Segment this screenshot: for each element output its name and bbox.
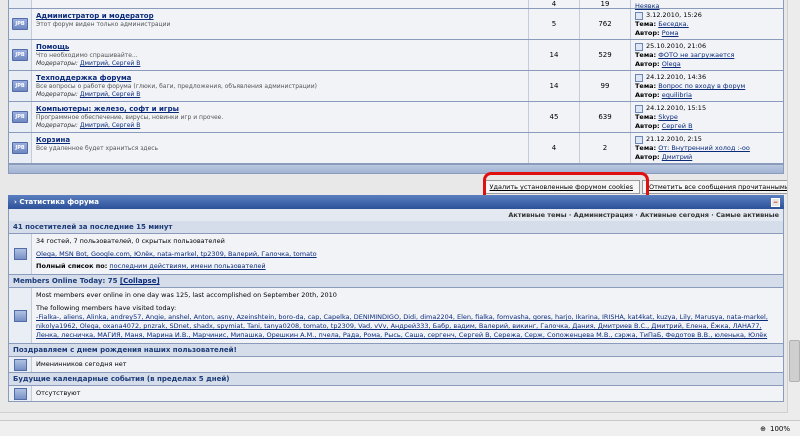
- topic-count: 14: [529, 40, 580, 70]
- forum-read-icon: JPB: [12, 49, 28, 61]
- topic-count: 4: [529, 0, 580, 8]
- forum-stats: › Статистика форума − Активные темы · Ад…: [8, 195, 784, 402]
- online-counts: 34 гостей, 7 пользователей, 0 скрытых по…: [36, 237, 225, 245]
- most-ever-text: Most members ever online in one day was …: [36, 291, 337, 299]
- forum-row: JPB Компьютеры: железо, софт и игры Прог…: [9, 102, 783, 133]
- online-header: 41 посетителей за последние 15 минут: [8, 221, 784, 234]
- forum-row: JPB Помощь Что необходимо спрашивайте...…: [9, 40, 783, 71]
- moderators-link[interactable]: Дмитрий, Сергей В: [80, 91, 141, 98]
- stats-links[interactable]: Активные темы · Администрация · Активные…: [8, 209, 784, 221]
- calendar-row: Отсутствуют: [8, 386, 784, 402]
- last-post-date: 24.12.2010, 15:15: [646, 104, 707, 112]
- zoom-icon[interactable]: ⊕: [760, 425, 766, 433]
- last-topic-link[interactable]: Skype: [658, 113, 678, 121]
- scrollbar-thumb[interactable]: [789, 340, 800, 382]
- forum-list: 4 19 Неявка JPB Администратор и модерато…: [8, 0, 784, 174]
- online-users-list[interactable]: Olega, MSN Bot, Google.com, Юлёк, nata-m…: [36, 250, 317, 258]
- last-post-icon[interactable]: [635, 11, 643, 20]
- post-count: 2: [580, 133, 631, 163]
- last-topic-link[interactable]: Вопрос по входу в форум: [658, 82, 745, 90]
- last-topic-link[interactable]: ФОТО не загружается: [658, 51, 734, 59]
- forum-description: Все вопросы о работе форума (глюки, баги…: [36, 83, 317, 90]
- forum-row: JPB Техподдержка форума Все вопросы о ра…: [9, 71, 783, 102]
- zoom-level[interactable]: 100%: [770, 425, 790, 433]
- last-post-date: 25.10.2010, 21:06: [646, 42, 707, 50]
- last-post-icon[interactable]: [635, 104, 643, 113]
- calendar-header: Будущие календарные события (в пределах …: [8, 373, 784, 386]
- forum-description: Этот форум виден только администрации: [36, 21, 171, 28]
- forum-read-icon: JPB: [12, 142, 28, 154]
- status-bar: ⊕ 100%: [0, 420, 800, 436]
- forum-title-link[interactable]: Компьютеры: железо, софт и игры: [36, 105, 179, 113]
- birthday-row: Именинников сегодня нет: [8, 357, 784, 373]
- full-list-links[interactable]: последним действиям, имени пользователей: [109, 262, 265, 270]
- topic-count: 5: [529, 9, 580, 39]
- last-author-link[interactable]: Рома: [662, 29, 679, 37]
- calendar-icon: [13, 387, 27, 400]
- last-post-date: 21.12.2010, 2:15: [646, 135, 702, 143]
- topic-count: 14: [529, 71, 580, 101]
- last-post-icon[interactable]: [635, 42, 643, 51]
- last-author-link[interactable]: Сергей В: [662, 122, 693, 130]
- last-post-date: 3.12.2010, 15:26: [646, 11, 702, 19]
- forum-description: Что необходимо спрашивайте...: [36, 52, 138, 59]
- forum-icon: [9, 0, 32, 8]
- online-row: 34 гостей, 7 пользователей, 0 скрытых по…: [8, 234, 784, 275]
- last-post-date: 24.12.2010, 14:36: [646, 73, 707, 81]
- forum-table: 4 19 Неявка JPB Администратор и модерато…: [8, 0, 784, 165]
- last-author-link[interactable]: equilibria: [662, 91, 692, 99]
- forum-title-link[interactable]: Корзина: [36, 136, 70, 144]
- forum-title-link[interactable]: Администратор и модератор: [36, 12, 154, 20]
- collapse-link[interactable]: [Collapse]: [120, 277, 160, 285]
- forum-title-link[interactable]: Помощь: [36, 43, 69, 51]
- birthday-header: Поздравляем с днем рождения наших пользо…: [8, 344, 784, 357]
- last-author-link[interactable]: Olega: [662, 60, 681, 68]
- forum-title-link[interactable]: Техподдержка форума: [36, 74, 131, 82]
- last-author-link[interactable]: Дмитрий: [662, 153, 693, 161]
- post-count: 99: [580, 71, 631, 101]
- collapse-icon[interactable]: −: [771, 198, 780, 207]
- calendar-text: Отсутствуют: [36, 389, 81, 397]
- forum-new-icon: JPB: [12, 80, 28, 92]
- birthday-icon: [13, 358, 27, 371]
- mark-all-read-button[interactable]: Отметить все сообщения прочитанными: [641, 180, 796, 194]
- post-count: 762: [580, 9, 631, 39]
- last-topic-link[interactable]: От: Внутренний холод :-oo: [658, 144, 750, 152]
- last-post-icon[interactable]: [635, 73, 643, 82]
- post-count: 19: [580, 0, 631, 8]
- last-post-icon[interactable]: [635, 135, 643, 144]
- post-count: 529: [580, 40, 631, 70]
- post-count: 639: [580, 102, 631, 132]
- stats-header: › Статистика форума −: [8, 195, 784, 209]
- forum-description: Программное обеспечение, вирусы, новинки…: [36, 114, 224, 121]
- topic-count: 45: [529, 102, 580, 132]
- forum-new-icon: JPB: [12, 111, 28, 123]
- users-icon: [13, 248, 27, 260]
- forum-row: JPB Корзина Все удаленное будет хранитьс…: [9, 133, 783, 164]
- forum-description: Все удаленное будет храниться здесь: [36, 145, 159, 152]
- vertical-scrollbar[interactable]: [787, 0, 800, 420]
- visited-label: The following members have visited today…: [36, 304, 177, 312]
- members-today-header: Members Online Today: 75 [Collapse]: [8, 275, 784, 288]
- members-icon: [13, 309, 27, 322]
- forum-table-footer: [8, 165, 784, 174]
- forum-row-admin: 4 19 Неявка: [9, 0, 783, 10]
- forum-row: JPB Администратор и модератор Этот форум…: [9, 9, 783, 40]
- visited-members-list[interactable]: -Fialka-, aliens, Alinka, andrey57, Angi…: [36, 313, 768, 339]
- moderators-link[interactable]: Дмитрий, Сергей В: [80, 60, 141, 67]
- members-today-row: Most members ever online in one day was …: [8, 288, 784, 344]
- topic-count: 4: [529, 133, 580, 163]
- moderators-link[interactable]: Дмитрий, Сергей В: [80, 122, 141, 129]
- last-topic-link[interactable]: Беседка.: [658, 20, 689, 28]
- forum-read-icon: JPB: [12, 18, 28, 30]
- birthday-text: Именинников сегодня нет: [36, 360, 127, 368]
